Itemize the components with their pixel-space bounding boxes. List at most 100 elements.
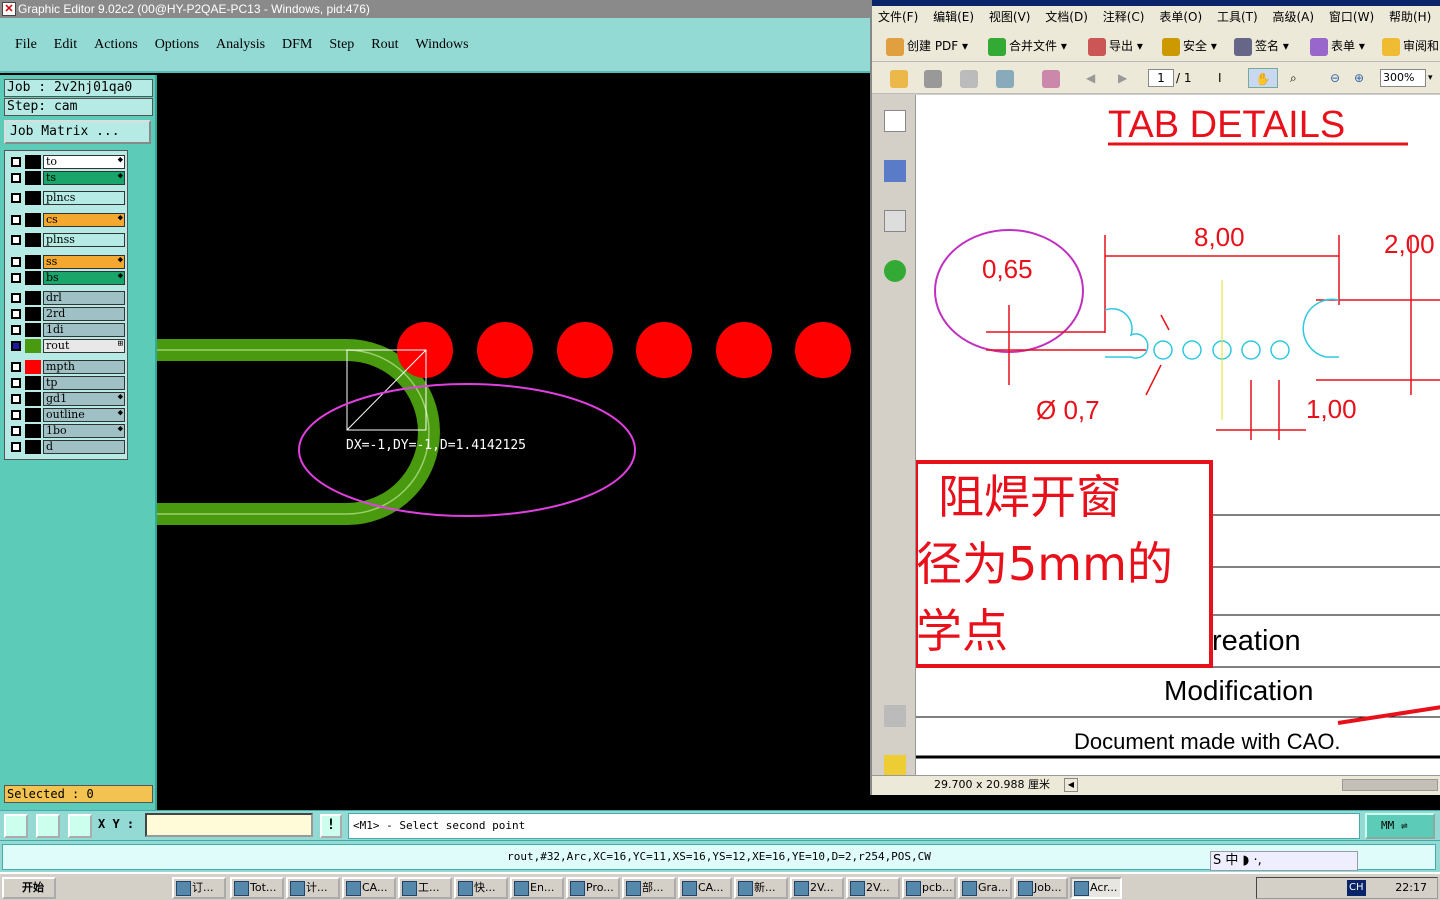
zoom-tool-icon[interactable]: ⌕	[1290, 68, 1297, 88]
security-button[interactable]: 安全 ▾	[1162, 36, 1217, 56]
layer-checkbox[interactable]	[11, 173, 21, 183]
layer-row-tp[interactable]: tp	[7, 376, 125, 390]
scroll-left-icon[interactable]: ◀	[1064, 778, 1078, 792]
acro-menu-view[interactable]: 视图(V)	[989, 10, 1031, 24]
layer-row-mpth[interactable]: mpth	[7, 360, 125, 374]
layer-row-cs[interactable]: cs ◆	[7, 213, 125, 227]
taskbar-button[interactable]: En...	[510, 877, 564, 899]
taskbar-button[interactable]: 快...	[454, 877, 508, 899]
signatures-icon[interactable]	[884, 210, 906, 232]
grid-tool-icon[interactable]	[68, 814, 92, 838]
create-pdf-button[interactable]: 创建 PDF ▾	[886, 36, 968, 56]
layer-checkbox[interactable]	[11, 325, 21, 335]
menu-step[interactable]: Step	[329, 37, 354, 53]
acro-menu-advanced[interactable]: 高级(A)	[1272, 10, 1314, 24]
graphics-canvas[interactable]: DX=-1,DY=-1,D=1.4142125	[157, 75, 870, 810]
help-icon[interactable]	[884, 260, 906, 282]
layer-row-plnss[interactable]: plnss	[7, 233, 125, 247]
zoom-out-icon[interactable]: ⊖	[1330, 68, 1340, 88]
layer-checkbox[interactable]	[11, 215, 21, 225]
job-matrix-button[interactable]: Job Matrix ...	[4, 120, 151, 144]
taskbar-button[interactable]: Tot...	[230, 877, 284, 899]
layer-row-1bo[interactable]: 1bo ◆	[7, 424, 125, 438]
layer-checkbox[interactable]	[11, 193, 21, 203]
exclamation-button[interactable]: !	[320, 814, 342, 838]
menu-file[interactable]: File	[15, 37, 37, 53]
taskbar-button[interactable]: 工...	[398, 877, 452, 899]
bookmarks-icon[interactable]	[884, 160, 906, 182]
acro-menu-edit[interactable]: 编辑(E)	[933, 10, 974, 24]
taskbar-button[interactable]: 新...	[734, 877, 788, 899]
layer-row-outline[interactable]: outline ◆	[7, 408, 125, 422]
pad-4[interactable]	[636, 322, 692, 378]
acro-menu-help[interactable]: 帮助(H)	[1389, 10, 1431, 24]
layer-checkbox[interactable]	[11, 442, 21, 452]
layer-row-ss[interactable]: ss ◆	[7, 255, 125, 269]
taskbar-button[interactable]: Acr...	[1070, 877, 1122, 899]
pad-2[interactable]	[477, 322, 533, 378]
acro-menu-forms[interactable]: 表单(O)	[1159, 10, 1202, 24]
angle-tool-icon[interactable]	[36, 814, 60, 838]
layer-checkbox[interactable]	[11, 378, 21, 388]
menu-analysis[interactable]: Analysis	[216, 37, 265, 53]
measure-tool-icon[interactable]	[4, 814, 28, 838]
layer-checkbox[interactable]	[11, 273, 21, 283]
taskbar-button[interactable]: 2V...	[846, 877, 900, 899]
zoom-in-icon[interactable]: ⊕	[1354, 68, 1364, 88]
layer-checkbox[interactable]	[11, 157, 21, 167]
menu-rout[interactable]: Rout	[371, 37, 398, 53]
acro-menu-tools[interactable]: 工具(T)	[1217, 10, 1258, 24]
pad-6[interactable]	[795, 322, 851, 378]
email-icon[interactable]	[996, 68, 1017, 88]
layer-checkbox[interactable]	[11, 362, 21, 372]
taskbar-button[interactable]: CA...	[342, 877, 396, 899]
pdf-page[interactable]: TAB DETAILS 0,65 8,00 2,00 Ø 0,7 1,00 re…	[916, 95, 1440, 775]
layer-row-rout[interactable]: rout ⊞	[7, 339, 125, 353]
menu-windows[interactable]: Windows	[416, 37, 469, 53]
menu-options[interactable]: Options	[155, 37, 199, 53]
units-selector[interactable]: MM ⇌	[1365, 813, 1435, 839]
page-number-input[interactable]: 1	[1148, 69, 1174, 87]
taskbar-button[interactable]: 部...	[622, 877, 676, 899]
layer-checkbox[interactable]	[11, 257, 21, 267]
layer-checkbox[interactable]	[11, 235, 21, 245]
attachments-icon[interactable]	[884, 705, 906, 727]
layer-row-1di[interactable]: 1di	[7, 323, 125, 337]
pad-5[interactable]	[716, 322, 772, 378]
acro-menu-comment[interactable]: 注释(C)	[1103, 10, 1145, 24]
layer-row-ts[interactable]: ts ◆	[7, 171, 125, 185]
zoom-field[interactable]: 300%	[1380, 69, 1426, 87]
taskbar-button[interactable]: Gra...	[958, 877, 1012, 899]
sign-button[interactable]: 签名 ▾	[1234, 36, 1289, 56]
layer-checkbox[interactable]	[11, 410, 21, 420]
layer-checkbox[interactable]	[11, 394, 21, 404]
taskbar-button[interactable]: pcb...	[902, 877, 956, 899]
layer-row-gd1[interactable]: gd1 ◆	[7, 392, 125, 406]
hand-tool-icon[interactable]: ✋	[1248, 68, 1278, 88]
print-icon[interactable]	[924, 68, 945, 88]
taskbar-button[interactable]: Pro...	[566, 877, 620, 899]
prev-page-icon[interactable]: ◀	[1086, 68, 1095, 88]
layer-row-plncs[interactable]: plncs	[7, 191, 125, 205]
taskbar-button[interactable]: Job...	[1014, 877, 1068, 899]
xy-input[interactable]	[145, 813, 313, 837]
start-button[interactable]: 开始	[2, 877, 56, 899]
select-tool-icon[interactable]: I	[1218, 68, 1222, 88]
forms-button[interactable]: 表单 ▾	[1310, 36, 1365, 56]
review-button[interactable]: 审阅和	[1382, 36, 1439, 56]
ime-toolbar[interactable]: S 中 ◗ ·,	[1210, 851, 1358, 871]
layer-checkbox[interactable]	[11, 293, 21, 303]
open-icon[interactable]	[890, 68, 911, 88]
next-page-icon[interactable]: ▶	[1118, 68, 1127, 88]
layer-checkbox[interactable]	[11, 309, 21, 319]
taskbar-button[interactable]: 订...	[172, 877, 226, 899]
acro-menu-file[interactable]: 文件(F)	[878, 10, 918, 24]
layer-checkbox[interactable]	[11, 341, 21, 351]
layer-row-drl[interactable]: drl	[7, 291, 125, 305]
taskbar-button[interactable]: CA...	[678, 877, 732, 899]
pad-3[interactable]	[557, 322, 613, 378]
menu-actions[interactable]: Actions	[94, 37, 138, 53]
pages-icon[interactable]	[884, 110, 906, 132]
layer-checkbox[interactable]	[11, 426, 21, 436]
layer-row-2rd[interactable]: 2rd	[7, 307, 125, 321]
